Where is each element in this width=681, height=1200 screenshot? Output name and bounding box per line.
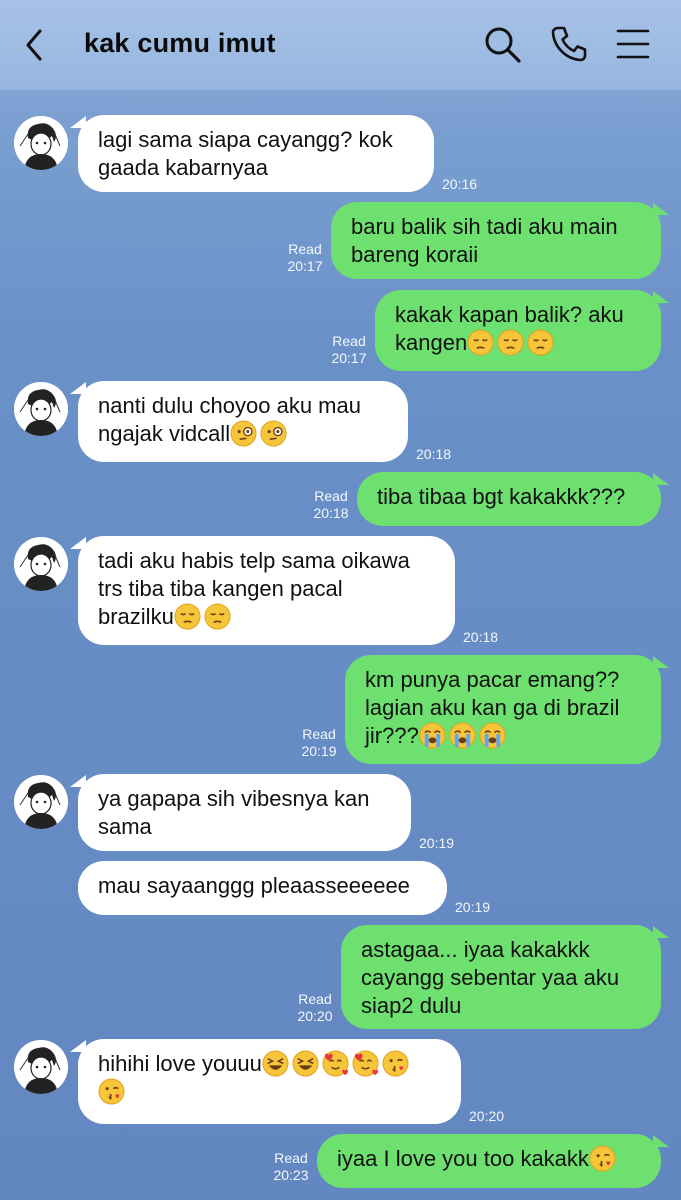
bubble-tail [70,775,86,787]
message-text: mau sayaanggg pleaasseeeeee [98,873,410,898]
message-timestamp: 20:19 [419,835,455,851]
chat-title: kak cumu imut [84,28,276,58]
bubble-tail [653,656,669,668]
read-receipt: Read 20:20 [295,991,335,1025]
pensive-emoji-icon [527,329,554,356]
call-button[interactable] [549,24,589,64]
bubble-tail [70,382,86,394]
message-timestamp: 20:23 [273,1167,309,1183]
sob-emoji-icon [479,722,506,749]
read-status: Read [314,488,348,504]
message-timestamp: 20:17 [331,350,367,366]
hamburger-menu-icon [616,29,650,59]
read-receipt: Read 20:23 [271,1150,311,1184]
message-text: ya gapapa sih vibesnya kan sama [98,786,370,839]
kiss-emoji-icon [589,1145,616,1172]
hearts-emoji-icon [322,1050,349,1077]
message-text: tadi aku habis telp sama oikawa trs tiba… [98,548,410,629]
pensive-emoji-icon [204,603,231,630]
bubble-tail [653,473,669,485]
read-status: Read [302,726,336,742]
sob-emoji-icon [419,722,446,749]
bubble-tail [653,203,669,215]
message-timestamp: 20:18 [463,629,499,645]
avatar[interactable] [14,116,68,170]
laughing-emoji-icon [292,1050,319,1077]
read-status: Read [274,1150,308,1166]
outgoing-message-bubble[interactable]: kakak kapan balik? aku kangen [375,290,661,371]
bubble-tail [70,1040,86,1052]
message-timestamp: 20:18 [416,446,452,462]
message-timestamp: 20:16 [442,176,478,192]
avatar[interactable] [14,775,68,829]
avatar[interactable] [14,537,68,591]
menu-button[interactable] [614,24,654,64]
message-text: baru balik sih tadi aku main bareng kora… [351,214,618,267]
outgoing-message-bubble[interactable]: astagaa... iyaa kakakkk cayangg sebentar… [341,925,661,1029]
monocle-emoji-icon [260,420,287,447]
outgoing-message-bubble[interactable]: baru balik sih tadi aku main bareng kora… [331,202,661,279]
incoming-message-bubble[interactable]: tadi aku habis telp sama oikawa trs tiba… [78,536,455,645]
hearts-emoji-icon [352,1050,379,1077]
incoming-message-bubble[interactable]: hihihi love youuu [78,1039,461,1124]
read-receipt: Read 20:17 [329,333,369,367]
laughing-emoji-icon [262,1050,289,1077]
pensive-emoji-icon [467,329,494,356]
bubble-tail [70,116,86,128]
chat-header: kak cumu imut [0,0,681,90]
message-timestamp: 20:20 [469,1108,505,1124]
pensive-emoji-icon [497,329,524,356]
message-timestamp: 20:18 [313,505,349,521]
chevron-left-icon [26,29,42,61]
incoming-message-bubble[interactable]: mau sayaanggg pleaasseeeeee [78,861,447,915]
bubble-tail [653,926,669,938]
bubble-tail [70,537,86,549]
read-receipt: Read 20:17 [285,241,325,275]
avatar[interactable] [14,382,68,436]
sob-emoji-icon [449,722,476,749]
kiss-emoji-icon [382,1050,409,1077]
bubble-tail [653,1135,669,1147]
back-button[interactable] [20,25,54,65]
read-status: Read [298,991,332,1007]
message-timestamp: 20:19 [455,899,491,915]
message-timestamp: 20:17 [287,258,323,274]
phone-icon [551,26,587,62]
kiss-emoji-icon [98,1078,125,1105]
incoming-message-bubble[interactable]: lagi sama siapa cayangg? kok gaada kabar… [78,115,434,192]
message-text: astagaa... iyaa kakakkk cayangg sebentar… [361,937,620,1018]
pensive-emoji-icon [174,603,201,630]
outgoing-message-bubble[interactable]: iyaa I love you too kakakk [317,1134,661,1188]
message-timestamp: 20:20 [297,1008,333,1024]
message-text: iyaa I love you too kakakk [337,1146,589,1171]
incoming-message-bubble[interactable]: ya gapapa sih vibesnya kan sama [78,774,411,851]
message-text: hihihi love youuu [98,1051,262,1076]
message-text: lagi sama siapa cayangg? kok gaada kabar… [98,127,393,180]
read-status: Read [332,333,366,349]
read-receipt: Read 20:19 [299,726,339,760]
outgoing-message-bubble[interactable]: km punya pacar emang?? lagian aku kan ga… [345,655,661,764]
outgoing-message-bubble[interactable]: tiba tibaa bgt kakakkk??? [357,472,661,526]
monocle-emoji-icon [230,420,257,447]
avatar[interactable] [14,1040,68,1094]
bubble-tail [653,291,669,303]
read-status: Read [288,241,322,257]
read-receipt: Read 20:18 [311,488,351,522]
incoming-message-bubble[interactable]: nanti dulu choyoo aku mau ngajak vidcall [78,381,408,462]
search-button[interactable] [482,24,522,64]
message-text: tiba tibaa bgt kakakkk??? [377,484,626,509]
message-timestamp: 20:19 [301,743,337,759]
search-icon [485,27,521,63]
